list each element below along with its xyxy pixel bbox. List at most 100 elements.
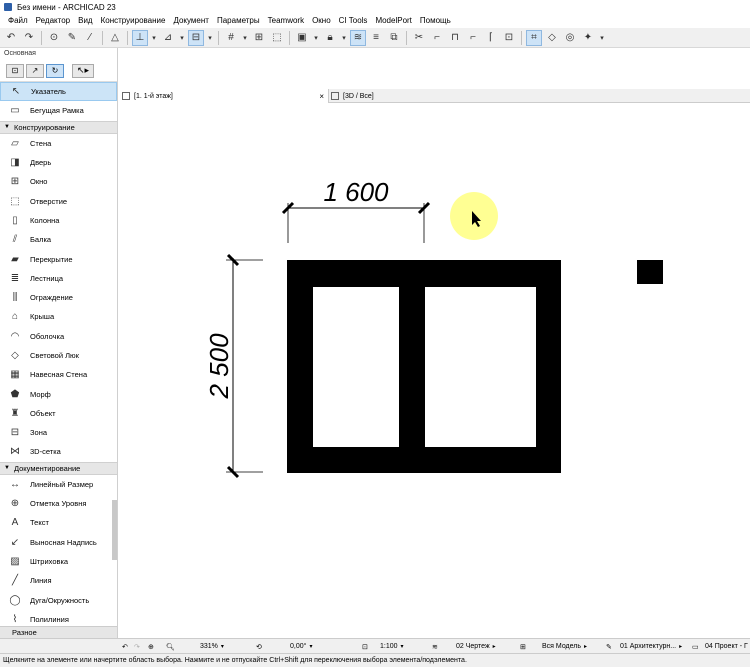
- scale-field[interactable]: 1:100 ▾: [380, 639, 420, 654]
- tool-dimension[interactable]: ↔ Линейный Размер: [0, 475, 117, 494]
- render-icon[interactable]: ✦: [580, 30, 596, 46]
- tab-3d[interactable]: [3D / Все]: [329, 89, 750, 103]
- select-icon[interactable]: ⬚: [269, 30, 285, 46]
- tool-marquee[interactable]: ▭ Бегущая Рамка: [0, 101, 117, 120]
- magic-wand-icon[interactable]: ⁄: [82, 30, 98, 46]
- redo-icon[interactable]: ↷: [21, 30, 37, 46]
- grid-snap-icon[interactable]: #: [223, 30, 239, 46]
- gravity-icon[interactable]: ⊟: [188, 29, 204, 46]
- floor-plan-icon[interactable]: ⌗: [526, 29, 542, 46]
- eyedropper-icon[interactable]: ⊙: [46, 30, 62, 46]
- offset-icon[interactable]: ⊡: [501, 30, 517, 46]
- fillet-icon[interactable]: ⌐: [465, 30, 481, 46]
- menu-options[interactable]: Параметры: [213, 14, 264, 28]
- fill-icon: ▨: [10, 555, 20, 567]
- zoom-in-icon[interactable]: ⊕: [148, 639, 160, 654]
- undo-view-icon[interactable]: ↶: [122, 639, 134, 654]
- close-icon[interactable]: ×: [319, 92, 324, 101]
- group-documentation[interactable]: ▼ Документирование: [0, 461, 117, 475]
- menu-design[interactable]: Конструирование: [97, 14, 170, 28]
- tool-curtain-wall[interactable]: ▦ Навесная Стена: [0, 365, 117, 384]
- tool-zone[interactable]: ⊟ Зона: [0, 423, 117, 442]
- menu-file[interactable]: Файл: [4, 14, 32, 28]
- guide-lines-icon[interactable]: ⊥: [132, 29, 148, 46]
- menu-document[interactable]: Документ: [169, 14, 213, 28]
- rotate-selection-icon[interactable]: ↻: [46, 63, 64, 78]
- tool-column[interactable]: ▯ Колонна: [0, 211, 117, 230]
- renovation-field[interactable]: 04 Проект - Г: [705, 639, 750, 654]
- menu-ci-tools[interactable]: CI Tools: [335, 14, 372, 28]
- tool-level-dimension[interactable]: ⊕ Отметка Уровня: [0, 494, 117, 513]
- layers-icon[interactable]: ≋: [350, 29, 366, 46]
- quick-selection-icon[interactable]: ⊡: [6, 63, 24, 78]
- menu-teamwork[interactable]: Teamwork: [264, 14, 308, 28]
- tool-window[interactable]: ⊞ Окно: [0, 172, 117, 191]
- chevron-down-icon[interactable]: ▾: [150, 30, 158, 46]
- toolbox-scrollbar[interactable]: [112, 500, 117, 560]
- tool-skylight[interactable]: ◇ Световой Люк: [0, 346, 117, 365]
- lock-icon[interactable]: 🔒︎: [322, 30, 338, 46]
- drawing-canvas[interactable]: 1 600 2 500: [118, 103, 750, 638]
- explore-icon[interactable]: ◎: [562, 30, 578, 46]
- zoom-icon[interactable]: 🔍︎: [166, 639, 178, 654]
- dimension-text-vertical[interactable]: 2 500: [204, 333, 234, 400]
- chevron-down-icon[interactable]: ▾: [598, 30, 606, 46]
- chevron-down-icon[interactable]: ▾: [241, 30, 249, 46]
- group-misc[interactable]: Разное: [0, 626, 117, 638]
- tool-door[interactable]: ◨ Дверь: [0, 153, 117, 172]
- menu-view[interactable]: Вид: [74, 14, 96, 28]
- zoom-field[interactable]: 331% ▾: [200, 639, 240, 654]
- tool-morph[interactable]: ⬟ Морф: [0, 384, 117, 403]
- snap-guides-icon[interactable]: ⊿: [160, 30, 176, 46]
- tool-roof[interactable]: ⌂ Крыша: [0, 307, 117, 326]
- model-view-field[interactable]: Вся Модель ▸: [542, 639, 602, 654]
- menu-edit[interactable]: Редактор: [32, 14, 74, 28]
- pointer-arrow-icon[interactable]: ↖▸: [72, 63, 94, 78]
- suspend-groups-icon[interactable]: ▣: [294, 30, 310, 46]
- redo-view-icon[interactable]: ↷: [134, 639, 146, 654]
- chevron-down-icon[interactable]: ▾: [312, 30, 320, 46]
- tool-opening[interactable]: ⬚ Отверстие: [0, 191, 117, 210]
- chevron-down-icon[interactable]: ▾: [206, 30, 214, 46]
- tool-railing[interactable]: ⫼ Ограждение: [0, 288, 117, 307]
- tool-beam[interactable]: ⫽ Балка: [0, 230, 117, 249]
- tool-stair[interactable]: ≣ Лестница: [0, 269, 117, 288]
- tool-arrow[interactable]: ↖ Указатель: [0, 82, 117, 102]
- tool-object[interactable]: ♜ Объект: [0, 404, 117, 423]
- split-icon[interactable]: ✂: [411, 30, 427, 46]
- intersect-icon[interactable]: ⊓: [447, 30, 463, 46]
- drawing-order-icon[interactable]: ⧉: [386, 30, 402, 46]
- tool-shell[interactable]: ◠ Оболочка: [0, 327, 117, 346]
- 3d-view-icon[interactable]: ◇: [544, 30, 560, 46]
- angle-field[interactable]: 0,00° ▾: [290, 639, 330, 654]
- tool-line[interactable]: ╱ Линия: [0, 571, 117, 590]
- menu-window[interactable]: Окно: [308, 14, 335, 28]
- menu-modelport[interactable]: ModelPort: [371, 14, 415, 28]
- trim-icon[interactable]: ⊞: [251, 30, 267, 46]
- toolbar-separator: [218, 30, 219, 45]
- adjust-icon[interactable]: ⌐: [429, 30, 445, 46]
- element-info-icon[interactable]: ≡: [368, 30, 384, 46]
- tab-floor-plan[interactable]: [1. 1-й этаж] ×: [118, 89, 329, 103]
- chevron-down-icon[interactable]: ▾: [340, 30, 348, 46]
- tool-text[interactable]: A Текст: [0, 513, 117, 532]
- chevron-down-icon[interactable]: ▾: [178, 30, 186, 46]
- tool-slab[interactable]: ▰ Перекрытие: [0, 249, 117, 268]
- tool-arc[interactable]: ◯ Дуга/Окружность: [0, 590, 117, 609]
- selection-method-icon[interactable]: ↗: [26, 63, 44, 78]
- layer-combo-field[interactable]: 02 Чертеж ▸: [456, 639, 516, 654]
- measure-icon[interactable]: △: [107, 30, 123, 46]
- chamfer-icon[interactable]: ⌈: [483, 30, 499, 46]
- tool-fill[interactable]: ▨ Штриховка: [0, 552, 117, 571]
- tool-label: Дуга/Окружность: [30, 595, 90, 605]
- small-square-element[interactable]: [637, 260, 663, 284]
- pen-set-field[interactable]: 01 Архитектурн... ▸: [620, 639, 690, 654]
- syringe-icon[interactable]: ✎: [64, 30, 80, 46]
- tool-label[interactable]: ↙ Выносная Надпись: [0, 533, 117, 552]
- tool-wall[interactable]: ▱ Стена: [0, 134, 117, 153]
- group-design[interactable]: ▼ Конструирование: [0, 120, 117, 134]
- dimension-text-horizontal[interactable]: 1 600: [323, 177, 389, 207]
- tool-mesh[interactable]: ⋈ 3D-сетка: [0, 442, 117, 461]
- undo-icon[interactable]: ↶: [3, 30, 19, 46]
- menu-help[interactable]: Помощь: [416, 14, 455, 28]
